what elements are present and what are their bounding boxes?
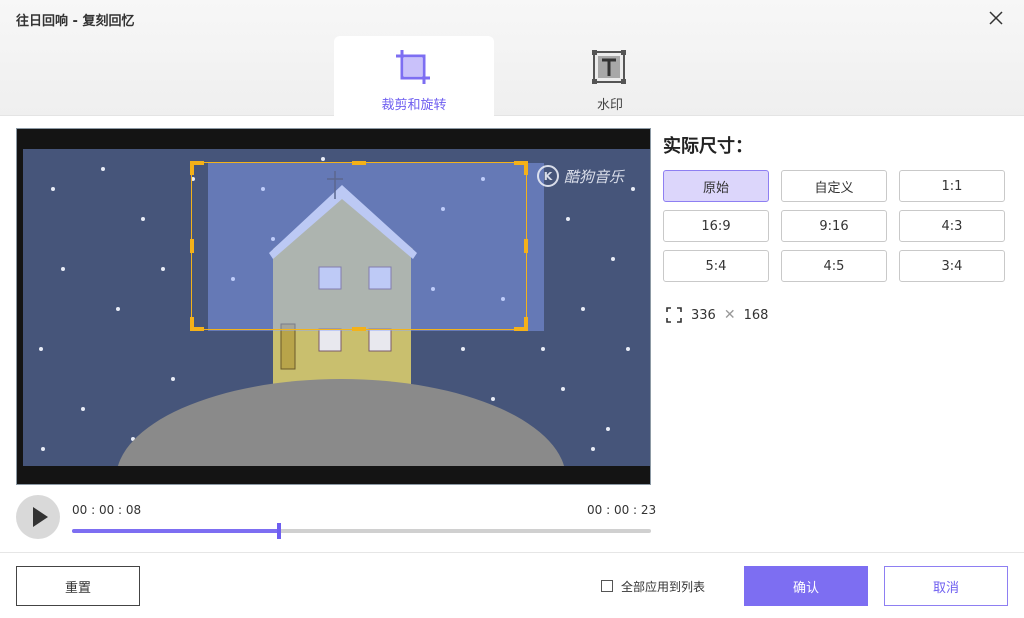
crop-dimensions: 336 ✕ 168 (665, 305, 768, 325)
apply-all-checkbox[interactable]: 全部应用到列表 (601, 577, 705, 595)
cancel-button[interactable]: 取消 (884, 566, 1008, 606)
crop-handle-bottom-right[interactable] (524, 317, 528, 331)
times-icon: ✕ (723, 307, 736, 323)
crop-handle-left[interactable] (190, 239, 194, 253)
confirm-button[interactable]: 确认 (744, 566, 868, 606)
window-title: 往日回响 - 复刻回忆 (16, 14, 135, 29)
apply-all-label: 全部应用到列表 (621, 579, 706, 594)
progress-handle[interactable] (277, 523, 282, 539)
ratio-16-9-button[interactable]: 16:9 (663, 210, 769, 242)
actual-size-title: 实际尺寸： (663, 136, 753, 157)
crop-handle-bottom-left[interactable] (190, 317, 194, 331)
progress-fill (72, 529, 280, 533)
crop-width-value: 336 (691, 307, 716, 323)
ratio-9-16-button[interactable]: 9:16 (781, 210, 887, 242)
ratio-custom-button[interactable]: 自定义 (781, 170, 887, 202)
close-button[interactable] (984, 6, 1008, 30)
close-icon (989, 11, 1003, 25)
crop-handle-bottom[interactable] (352, 327, 366, 331)
ratio-4-3-button[interactable]: 4:3 (899, 210, 1005, 242)
crop-height-value: 168 (743, 307, 769, 323)
resize-frame-icon (666, 307, 682, 323)
watermark-text: 酷狗音乐 (564, 167, 625, 186)
dialog-header: 往日回响 - 复刻回忆 裁剪和旋转 水印 (0, 0, 1024, 116)
progress-bar[interactable] (72, 523, 651, 539)
checkbox-icon[interactable] (601, 580, 613, 592)
crop-rectangle[interactable] (190, 161, 528, 331)
crop-handle-top-right[interactable] (524, 161, 528, 175)
tab-label: 裁剪和旋转 (381, 98, 447, 113)
ratio-5-4-button[interactable]: 5:4 (663, 250, 769, 282)
play-button[interactable] (16, 495, 60, 539)
total-time: 00 : 00 : 23 (587, 503, 657, 517)
crop-handle-right[interactable] (524, 239, 528, 253)
current-time: 00 : 00 : 08 (72, 503, 142, 517)
tab-label: 水印 (596, 98, 623, 113)
ratio-original-button[interactable]: 原始 (663, 170, 769, 202)
watermark-text-icon (592, 50, 626, 84)
play-icon (33, 507, 48, 527)
tab-watermark[interactable]: 水印 (530, 36, 690, 116)
video-watermark: K 酷狗音乐 (537, 163, 624, 189)
reset-button[interactable]: 重置 (16, 566, 140, 606)
crop-handle-top-left[interactable] (190, 161, 194, 175)
tab-crop-rotate[interactable]: 裁剪和旋转 (334, 36, 494, 116)
video-preview: K 酷狗音乐 (16, 128, 651, 485)
crop-handle-top[interactable] (352, 161, 366, 165)
ratio-4-5-button[interactable]: 4:5 (781, 250, 887, 282)
footer-divider (0, 552, 1024, 553)
ratio-1-1-button[interactable]: 1:1 (899, 170, 1005, 202)
crop-icon (396, 50, 430, 84)
kugou-logo-icon: K (537, 165, 559, 187)
ratio-3-4-button[interactable]: 3:4 (899, 250, 1005, 282)
